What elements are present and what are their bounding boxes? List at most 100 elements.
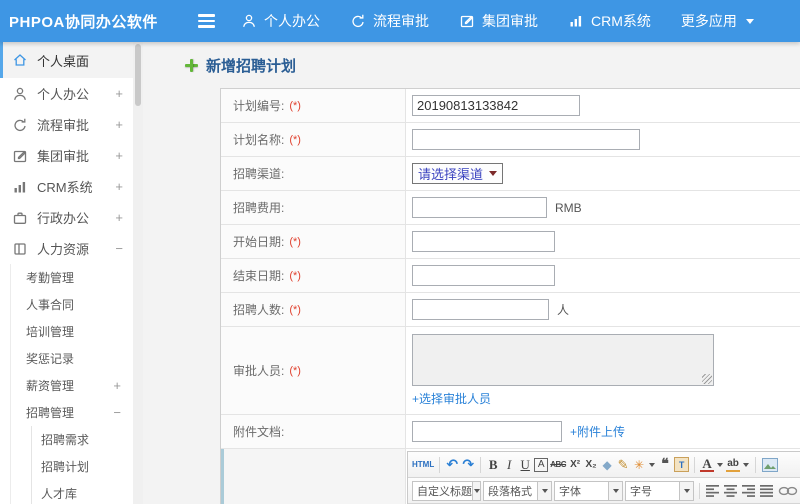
sidebar-item-crm-system[interactable]: CRM系统 +: [0, 171, 133, 202]
subscript-icon[interactable]: X₂: [584, 456, 598, 474]
book-icon: [12, 241, 28, 257]
user-icon: [241, 13, 257, 29]
collapse-minus-icon[interactable]: −: [113, 405, 121, 420]
rich-text-editor: HTML ↶ ↷ B I U A ABC X² X₂ ◆ ✎ ✳ ❝ T A a…: [407, 451, 800, 504]
expand-plus-icon[interactable]: +: [113, 378, 121, 393]
align-justify-icon[interactable]: [760, 484, 774, 497]
collapse-minus-icon[interactable]: −: [115, 241, 123, 256]
insert-image-icon[interactable]: [762, 457, 779, 472]
edit-icon: [12, 148, 28, 164]
form-row-plan-name: 计划名称: (*): [221, 123, 800, 157]
italic-icon[interactable]: I: [502, 456, 516, 474]
form-row-content-editor: HTML ↶ ↷ B I U A ABC X² X₂ ◆ ✎ ✳ ❝ T A a…: [221, 449, 800, 504]
expand-plus-icon[interactable]: +: [115, 117, 123, 132]
caret-down-icon[interactable]: [717, 462, 724, 467]
sidebar-item-personnel-contract[interactable]: 人事合同: [11, 291, 133, 318]
form-row-plan-number: 计划编号: (*): [221, 89, 800, 123]
paste-word-icon[interactable]: T: [674, 457, 690, 472]
superscript-icon[interactable]: X²: [568, 456, 582, 474]
custom-title-select[interactable]: 自定义标题: [412, 480, 481, 501]
headcount-unit-label: 人: [557, 303, 570, 317]
scrollbar-thumb[interactable]: [135, 44, 141, 106]
sidebar-item-recruit-mgmt[interactable]: 招聘管理 −: [11, 399, 133, 426]
end-date-input[interactable]: [412, 265, 555, 286]
editor-label-cell: [221, 449, 406, 504]
caret-down-icon[interactable]: [743, 462, 750, 467]
bold-icon[interactable]: B: [486, 456, 500, 474]
plan-name-input[interactable]: [412, 129, 640, 150]
nav-item-crm-system[interactable]: CRM系统: [568, 11, 651, 31]
form-row-headcount: 招聘人数: (*) 人: [221, 293, 800, 327]
font-family-select[interactable]: 字体: [554, 480, 623, 501]
start-date-input[interactable]: [412, 231, 555, 252]
app-window: PHPOA协同办公软件 个人办公 流程审批 集团审批 CRM系统 更多应用 个人…: [0, 0, 800, 504]
briefcase-icon: [12, 210, 28, 226]
plan-number-input[interactable]: [412, 95, 580, 116]
eraser-icon[interactable]: ◆: [600, 456, 614, 474]
fee-input[interactable]: [412, 197, 547, 218]
recruit-plan-form: 计划编号: (*) 计划名称: (*): [220, 88, 800, 504]
undo-icon[interactable]: ↶: [445, 456, 459, 474]
select-arrow-icon: [537, 481, 551, 500]
app-logo: PHPOA协同办公软件: [9, 13, 158, 31]
toolbar-separator: [439, 456, 441, 473]
font-size-select[interactable]: 字号: [625, 480, 694, 501]
sidebar-item-reward-punishment[interactable]: 奖惩记录: [11, 345, 133, 372]
select-arrow-icon: [679, 481, 693, 500]
html-source-button[interactable]: HTML: [412, 456, 434, 474]
nav-item-workflow-approval[interactable]: 流程审批: [350, 11, 429, 31]
resize-handle[interactable]: [702, 374, 712, 384]
paragraph-format-select[interactable]: 段落格式: [483, 480, 552, 501]
editor-toolbar-row2: 自定义标题 段落格式 字体 字号: [408, 478, 800, 504]
link-icon[interactable]: [778, 485, 798, 497]
align-left-icon[interactable]: [706, 484, 720, 497]
nav-item-more-apps[interactable]: 更多应用: [681, 11, 754, 31]
align-center-icon[interactable]: [724, 484, 738, 497]
auto-typeset-icon[interactable]: ✳: [632, 456, 646, 474]
sidebar-item-recruit-demand[interactable]: 招聘需求: [32, 426, 133, 453]
caret-down-icon[interactable]: [649, 462, 656, 467]
strikethrough-icon[interactable]: ABC: [550, 456, 566, 474]
blockquote-icon[interactable]: ❝: [658, 456, 672, 474]
attachment-upload-link[interactable]: +附件上传: [570, 423, 625, 440]
toolbar-separator: [480, 456, 482, 473]
sidebar-item-recruit-plan[interactable]: 招聘计划: [32, 453, 133, 480]
select-arrow-icon: [608, 481, 622, 500]
select-approvers-link[interactable]: +选择审批人员: [412, 390, 491, 407]
sidebar-item-workflow-approval[interactable]: 流程审批 +: [0, 109, 133, 140]
sidebar-item-human-resources[interactable]: 人力资源 −: [0, 233, 133, 264]
expand-plus-icon[interactable]: +: [115, 210, 123, 225]
sidebar-item-attendance-mgmt[interactable]: 考勤管理: [11, 264, 133, 291]
sidebar-item-admin-office[interactable]: 行政办公 +: [0, 202, 133, 233]
editor-toolbar-row1: HTML ↶ ↷ B I U A ABC X² X₂ ◆ ✎ ✳ ❝ T A a…: [408, 452, 800, 478]
flow-icon: [350, 13, 366, 29]
align-right-icon[interactable]: [742, 484, 756, 497]
top-navbar: PHPOA协同办公软件 个人办公 流程审批 集团审批 CRM系统 更多应用: [0, 0, 800, 42]
sidebar-item-training-mgmt[interactable]: 培训管理: [11, 318, 133, 345]
page-title: 新增招聘计划: [185, 55, 296, 76]
expand-plus-icon[interactable]: +: [115, 148, 123, 163]
field-label: 开始日期:: [233, 235, 285, 249]
redo-icon[interactable]: ↷: [461, 456, 475, 474]
sidebar-scrollbar[interactable]: [133, 42, 143, 504]
expand-plus-icon[interactable]: +: [115, 86, 123, 101]
font-color-icon[interactable]: A: [700, 456, 715, 472]
underline-icon[interactable]: U: [518, 456, 532, 474]
sidebar-item-talent-pool[interactable]: 人才库: [32, 480, 133, 504]
sidebar-item-personal-desktop[interactable]: 个人桌面: [0, 42, 133, 78]
sidebar-item-personal-office[interactable]: 个人办公 +: [0, 78, 133, 109]
select-arrow-icon: [489, 171, 498, 176]
sidebar-item-group-approval[interactable]: 集团审批 +: [0, 140, 133, 171]
channel-select[interactable]: 请选择渠道: [412, 163, 504, 184]
sidebar-item-salary-mgmt[interactable]: 薪资管理 +: [11, 372, 133, 399]
approvers-textarea[interactable]: [412, 334, 714, 386]
font-border-icon[interactable]: A: [534, 457, 549, 472]
highlight-icon[interactable]: ab: [726, 457, 741, 472]
attachment-input[interactable]: [412, 421, 562, 442]
format-brush-icon[interactable]: ✎: [616, 456, 630, 474]
headcount-input[interactable]: [412, 299, 549, 320]
sidebar-toggle-button[interactable]: [198, 14, 215, 28]
nav-item-group-approval[interactable]: 集团审批: [459, 11, 538, 31]
expand-plus-icon[interactable]: +: [115, 179, 123, 194]
nav-item-personal-office[interactable]: 个人办公: [241, 11, 320, 31]
